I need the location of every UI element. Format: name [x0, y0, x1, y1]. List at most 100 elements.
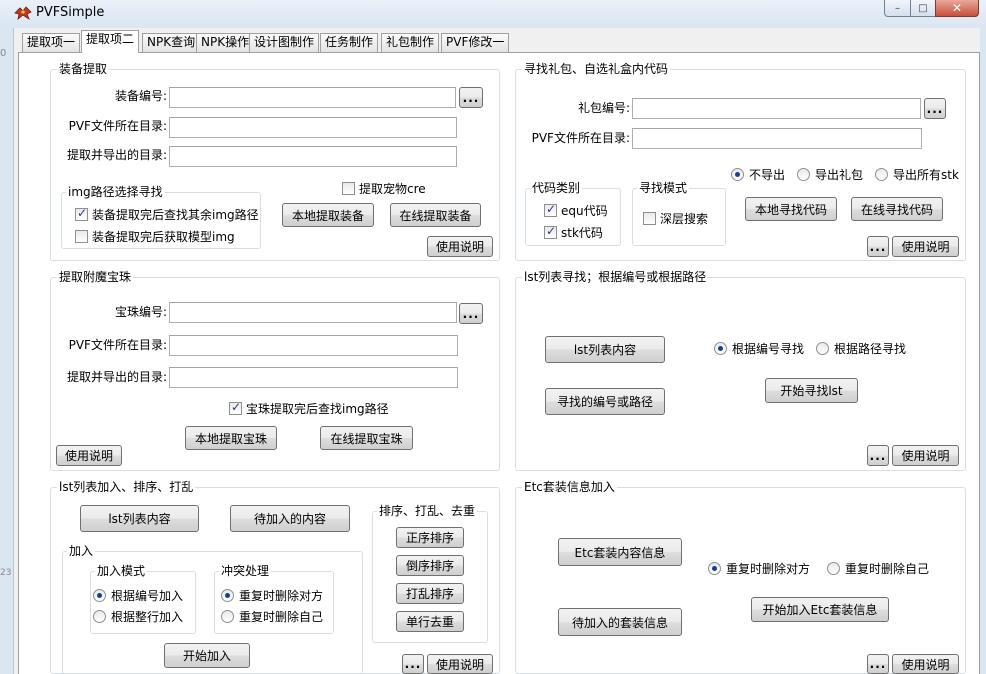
- online-extract-equip-button[interactable]: 在线提取装备: [390, 203, 481, 227]
- equip-pet-label: 提取宠物cre: [359, 182, 426, 196]
- gift-radio-export-gift[interactable]: 导出礼包: [797, 166, 863, 183]
- radio-unselected-icon: [816, 342, 829, 355]
- bead-dir-input[interactable]: [169, 335, 458, 356]
- find-by-path-radio[interactable]: 根据路径寻找: [816, 340, 906, 357]
- deep-search-label: 深层搜索: [660, 212, 709, 226]
- bead-id-input[interactable]: [169, 302, 457, 323]
- equip-id-input[interactable]: [169, 87, 456, 108]
- equ-code-checkbox[interactable]: equ代码: [544, 202, 608, 219]
- add-by-id-radio[interactable]: 根据编号加入: [93, 587, 183, 604]
- maximize-button[interactable]: □: [910, 0, 936, 17]
- etc-more-button[interactable]: ...: [867, 654, 889, 674]
- lst-add-more-button[interactable]: ...: [402, 654, 424, 674]
- equip-group-title: 装备提取: [57, 62, 110, 77]
- dedupe-button[interactable]: 单行去重: [396, 611, 464, 632]
- stk-code-checkbox[interactable]: stk代码: [544, 224, 603, 241]
- equip-dir-input[interactable]: [169, 117, 457, 138]
- sort-desc-button[interactable]: 倒序排序: [396, 555, 464, 576]
- checkbox-checked-icon: [75, 206, 88, 221]
- background-fragment: 23: [0, 568, 12, 578]
- gift-radio-no-export-label: 不导出: [749, 168, 786, 182]
- etc-pending-button[interactable]: 待加入的套装信息: [558, 608, 682, 636]
- etc-help-button[interactable]: 使用说明: [892, 654, 959, 674]
- tab-design-making[interactable]: 设计图制作: [249, 33, 320, 52]
- gift-more-button[interactable]: ...: [867, 236, 889, 257]
- app-icon: [14, 6, 32, 21]
- start-add-etc-button[interactable]: 开始加入Etc套装信息: [751, 597, 889, 622]
- etc-delete-other-radio[interactable]: 重复时删除对方: [708, 560, 810, 577]
- etc-group-title: Etc套装信息加入: [522, 480, 617, 495]
- equip-img-model-label: 装备提取完后获取模型img: [92, 230, 235, 244]
- local-extract-bead-button[interactable]: 本地提取宝珠: [185, 426, 277, 450]
- conflict-delete-self-radio[interactable]: 重复时删除自己: [221, 608, 323, 625]
- checkbox-checked-icon: [544, 224, 557, 239]
- conflict-delete-other-radio[interactable]: 重复时删除对方: [221, 587, 323, 604]
- gift-id-input[interactable]: [632, 98, 921, 119]
- radio-unselected-icon: [875, 168, 888, 181]
- bead-export-label: 提取并导出的目录:: [66, 370, 167, 384]
- deep-search-checkbox[interactable]: 深层搜索: [643, 210, 708, 227]
- find-by-id-radio[interactable]: 根据编号寻找: [714, 340, 804, 357]
- checkbox-unchecked-icon: [75, 230, 88, 243]
- radio-selected-icon: [731, 168, 744, 181]
- equip-img-model-checkbox[interactable]: 装备提取完后获取模型img: [75, 228, 235, 245]
- etc-delete-self-label: 重复时删除自己: [845, 562, 930, 576]
- start-add-button[interactable]: 开始加入: [164, 643, 250, 668]
- tab-quest-making[interactable]: 任务制作: [320, 33, 379, 52]
- pending-content-button[interactable]: 待加入的内容: [230, 505, 350, 532]
- tab-gift-making[interactable]: 礼包制作: [381, 33, 440, 52]
- start-find-lst-button[interactable]: 开始寻找lst: [765, 378, 858, 403]
- etc-content-button[interactable]: Etc套装内容信息: [558, 538, 682, 566]
- lst-find-more-button[interactable]: ...: [867, 445, 889, 466]
- gift-radio-export-gift-label: 导出礼包: [815, 168, 864, 182]
- window-title: PVFSimple: [36, 5, 105, 20]
- local-find-code-button[interactable]: 本地寻找代码: [745, 197, 837, 221]
- find-by-id-label: 根据编号寻找: [732, 342, 805, 356]
- equ-code-label: equ代码: [561, 204, 608, 218]
- tab-extract-one[interactable]: 提取项一: [22, 33, 81, 52]
- tab-npk-query[interactable]: NPK查询: [142, 33, 201, 52]
- online-extract-bead-button[interactable]: 在线提取宝珠: [320, 426, 413, 450]
- bead-img-label: 宝珠提取完后查找img路径: [246, 402, 389, 416]
- img-path-group-title: img路径选择寻找: [66, 185, 165, 200]
- equip-pet-checkbox[interactable]: 提取宠物cre: [342, 180, 426, 197]
- local-extract-equip-button[interactable]: 本地提取装备: [282, 203, 374, 227]
- find-by-path-label: 根据路径寻找: [834, 342, 907, 356]
- bead-help-button[interactable]: 使用说明: [56, 445, 122, 466]
- close-button[interactable]: ✕: [935, 0, 979, 17]
- bead-browse-button[interactable]: ...: [459, 303, 483, 324]
- shuffle-button[interactable]: 打乱排序: [396, 583, 464, 604]
- minimize-button[interactable]: –: [884, 0, 911, 17]
- add-by-line-radio[interactable]: 根据整行加入: [93, 608, 183, 625]
- code-type-group-title: 代码类别: [530, 181, 583, 196]
- bead-img-checkbox[interactable]: 宝珠提取完后查找img路径: [229, 400, 389, 417]
- add-by-id-label: 根据编号加入: [111, 589, 184, 603]
- gift-help-button[interactable]: 使用说明: [892, 236, 959, 257]
- sort-group-title: 排序、打乱、去重: [377, 504, 478, 519]
- online-find-code-button[interactable]: 在线寻找代码: [851, 197, 943, 221]
- lst-add-content-button[interactable]: lst列表内容: [80, 505, 199, 532]
- tab-pvf-modify[interactable]: PVF修改一: [441, 33, 510, 52]
- equip-help-button[interactable]: 使用说明: [427, 236, 493, 257]
- gift-dir-input[interactable]: [632, 128, 922, 149]
- search-mode-group-title: 寻找模式: [637, 181, 690, 196]
- tab-extract-two[interactable]: 提取项二: [81, 30, 140, 53]
- tab-npk-operation[interactable]: NPK操作: [196, 33, 255, 52]
- conflict-group-title: 冲突处理: [219, 564, 272, 579]
- equip-export-input[interactable]: [169, 146, 457, 167]
- etc-delete-self-radio[interactable]: 重复时删除自己: [827, 560, 929, 577]
- radio-selected-icon: [221, 589, 234, 602]
- gift-radio-no-export[interactable]: 不导出: [731, 166, 785, 183]
- lst-content-button[interactable]: lst列表内容: [545, 336, 665, 363]
- gift-radio-export-stk[interactable]: 导出所有stk: [875, 166, 959, 183]
- equip-img-find-checkbox[interactable]: 装备提取完后查找其余img路径: [75, 206, 259, 223]
- bead-export-input[interactable]: [169, 367, 458, 388]
- equip-id-label: 装备编号:: [114, 89, 167, 103]
- lst-find-help-button[interactable]: 使用说明: [892, 445, 959, 466]
- gift-browse-button[interactable]: ...: [924, 98, 946, 119]
- sort-asc-button[interactable]: 正序排序: [396, 527, 464, 548]
- equip-browse-button[interactable]: ...: [459, 87, 483, 108]
- lst-find-target-button[interactable]: 寻找的编号或路径: [545, 388, 665, 415]
- radio-unselected-icon: [93, 610, 106, 623]
- lst-add-help-button[interactable]: 使用说明: [427, 654, 493, 674]
